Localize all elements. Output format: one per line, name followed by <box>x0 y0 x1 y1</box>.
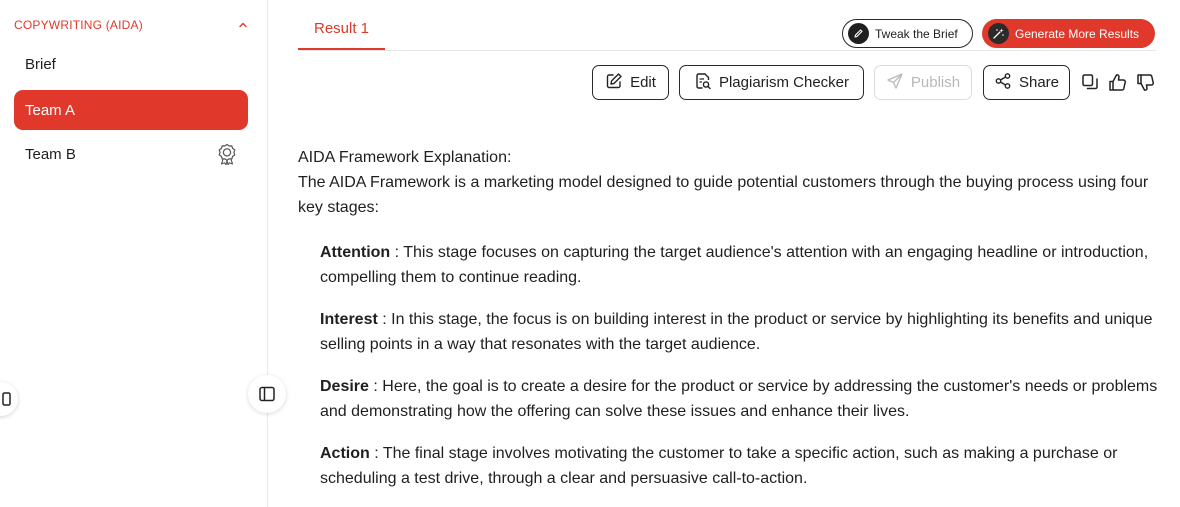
collapsed-panel-toggle[interactable] <box>0 382 18 416</box>
edit-label: Edit <box>630 74 656 91</box>
stage-title: Desire <box>320 378 369 395</box>
stage-action: Action : The final stage involves motiva… <box>320 441 1160 491</box>
sidebar-item-brief[interactable]: Brief <box>14 44 248 84</box>
share-label: Share <box>1018 74 1060 91</box>
stage-title: Attention <box>320 244 391 261</box>
stage-text: : This stage focuses on capturing the ta… <box>320 244 1149 286</box>
publish-button[interactable]: Publish <box>874 65 972 100</box>
share-icon <box>994 72 1012 94</box>
sidebar: COPYWRITING (AIDA) Brief Team A Team B <box>0 0 268 507</box>
thumbs-down-icon[interactable] <box>1134 71 1156 93</box>
award-badge-icon <box>217 143 237 165</box>
content-intro: The AIDA Framework is a marketing model … <box>298 174 1149 216</box>
section-title: COPYWRITING (AIDA) <box>14 18 143 32</box>
stage-text: : The final stage involves motivating th… <box>320 445 1118 487</box>
pencil-icon <box>848 23 869 44</box>
sparkle-wand-icon <box>988 23 1009 44</box>
thumbs-up-icon[interactable] <box>1106 71 1128 93</box>
plagiarism-checker-button[interactable]: Plagiarism Checker <box>679 65 864 100</box>
edit-icon <box>605 72 623 94</box>
publish-label: Publish <box>910 74 961 91</box>
tweak-brief-button[interactable]: Tweak the Brief <box>842 19 973 48</box>
stage-attention: Attention : This stage focuses on captur… <box>320 240 1160 290</box>
tab-label: Result 1 <box>313 20 370 37</box>
main-panel: Result 1 Tweak the Brief Generate More R… <box>298 0 1158 507</box>
stage-text: : In this stage, the focus is on buildin… <box>320 311 1153 353</box>
result-content: AIDA Framework Explanation: The AIDA Fra… <box>298 145 1158 487</box>
sidebar-item-label: Team A <box>25 101 76 119</box>
sidebar-item-label: Team B <box>25 145 76 163</box>
sidebar-item-team-b[interactable]: Team B <box>14 134 248 174</box>
stage-interest: Interest : In this stage, the focus is o… <box>320 307 1160 357</box>
copy-icon[interactable] <box>1079 71 1101 93</box>
generate-more-button[interactable]: Generate More Results <box>982 19 1155 48</box>
plagiarism-label: Plagiarism Checker <box>718 74 850 91</box>
generate-label: Generate More Results <box>1015 26 1140 41</box>
tweak-label: Tweak the Brief <box>875 26 958 41</box>
stage-title: Action <box>320 445 370 462</box>
document-search-icon <box>694 72 712 94</box>
chevron-up-icon[interactable] <box>238 20 248 30</box>
stage-desire: Desire : Here, the goal is to create a d… <box>320 374 1160 424</box>
sidebar-panel-icon[interactable] <box>248 375 286 413</box>
stage-text: : Here, the goal is to create a desire f… <box>320 378 1158 420</box>
section-header[interactable]: COPYWRITING (AIDA) <box>14 17 248 33</box>
tab-divider <box>298 50 1156 51</box>
edit-button[interactable]: Edit <box>592 65 669 100</box>
share-button[interactable]: Share <box>983 65 1070 100</box>
content-heading: AIDA Framework Explanation: <box>298 149 512 166</box>
sidebar-item-team-a[interactable]: Team A <box>14 90 248 130</box>
send-icon <box>886 72 904 94</box>
stage-title: Interest <box>320 311 378 328</box>
sidebar-item-label: Brief <box>25 55 56 73</box>
tab-result-1[interactable]: Result 1 <box>298 20 385 50</box>
